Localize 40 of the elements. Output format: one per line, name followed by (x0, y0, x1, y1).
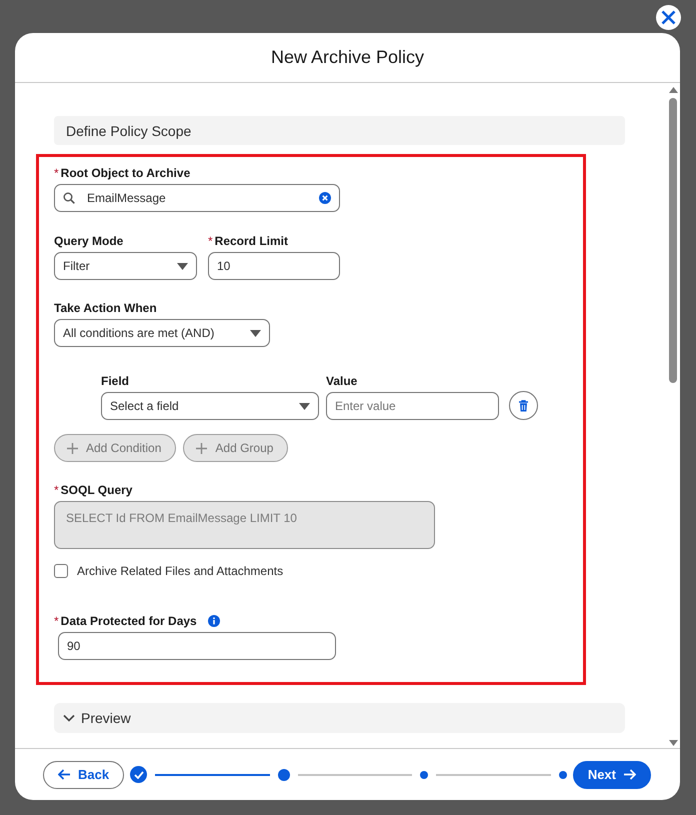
field-label: Field (101, 373, 130, 389)
field-select[interactable]: Select a field (101, 392, 319, 420)
take-action-select[interactable]: All conditions are met (AND) (54, 319, 270, 347)
field-label: * Root Object to Archive (54, 165, 190, 181)
preview-section-header[interactable]: Preview (54, 703, 625, 733)
field-label: Query Mode (54, 233, 124, 249)
scrollbar-thumb[interactable] (669, 98, 677, 383)
archive-files-checkbox[interactable]: Archive Related Files and Attachments (54, 564, 284, 578)
trash-icon (518, 400, 529, 412)
search-icon (63, 192, 75, 204)
dialog-title: New Archive Policy (270, 47, 424, 68)
clear-icon[interactable] (319, 192, 331, 204)
field-label: Value (326, 373, 358, 389)
scroll-down-icon[interactable] (668, 740, 678, 746)
arrow-right-icon (623, 769, 636, 780)
search-field[interactable]: EmailMessage (54, 184, 340, 212)
field-label: * Record Limit (208, 233, 290, 249)
delete-button[interactable] (509, 391, 538, 420)
add-button[interactable]: Add Group (183, 434, 288, 462)
arrow-left-icon (58, 769, 71, 780)
dropdown-caret-icon (250, 330, 261, 336)
section-header: Define Policy Scope (54, 116, 625, 145)
field-label: * SOQL Query (54, 482, 132, 498)
next-button[interactable]: Next (572, 760, 651, 788)
info-icon[interactable] (208, 615, 220, 627)
add-button[interactable]: Add Condition (54, 434, 176, 462)
query-mode-select[interactable]: Filter (54, 252, 197, 280)
value-input[interactable]: Enter value (326, 392, 499, 420)
record-limit-input[interactable]: 10 (208, 252, 340, 280)
plus-icon (67, 442, 78, 454)
close-button[interactable] (656, 5, 681, 30)
chevron-icon (63, 714, 75, 722)
back-button[interactable]: Back (43, 760, 124, 788)
field-label: * Data Protected for Days (54, 613, 197, 629)
plus-icon (196, 442, 208, 454)
field-label: Take Action When (54, 300, 157, 316)
scroll-up-icon[interactable] (668, 87, 678, 93)
dropdown-caret-icon (177, 262, 188, 270)
dropdown-caret-icon (299, 402, 310, 410)
days-input[interactable]: 90 (58, 632, 336, 660)
